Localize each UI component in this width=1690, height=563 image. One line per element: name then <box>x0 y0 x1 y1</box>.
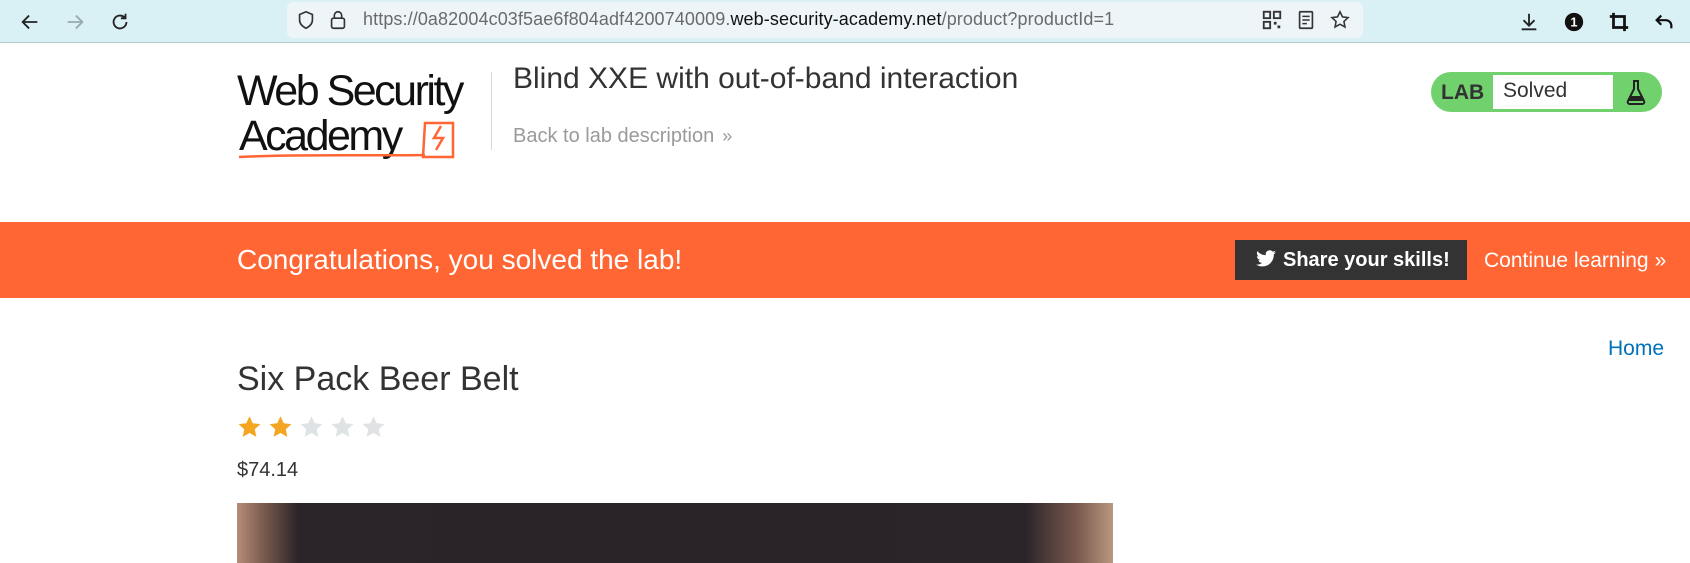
product-price: $74.14 <box>237 459 299 481</box>
crop-icon[interactable] <box>1603 6 1635 38</box>
browser-toolbar: https://0a82004c03f5ae6f804adf4200740009… <box>0 0 1690 43</box>
congratulations-message: Congratulations, you solved the lab! <box>237 244 683 275</box>
address-bar[interactable]: https://0a82004c03f5ae6f804adf4200740009… <box>287 2 1363 38</box>
back-to-lab-description-link[interactable]: Back to lab description » <box>513 125 732 148</box>
twitter-icon <box>1256 250 1276 267</box>
star-empty-icon <box>362 416 385 437</box>
product-title: Six Pack Beer Belt <box>237 360 519 398</box>
forward-icon[interactable] <box>59 6 91 38</box>
star-empty-icon <box>331 416 354 437</box>
qr-code-icon[interactable] <box>1261 9 1283 31</box>
star-empty-icon <box>300 416 323 437</box>
double-chevron-right-icon: » <box>722 126 732 146</box>
logo-line2: Academy <box>239 112 404 160</box>
back-link-label: Back to lab description <box>513 125 715 147</box>
extension-badge-icon[interactable]: 1 <box>1558 6 1590 38</box>
undo-icon[interactable] <box>1648 6 1680 38</box>
product-image <box>237 503 1113 563</box>
logo-divider <box>491 72 492 150</box>
lab-title: Blind XXE with out-of-band interaction <box>513 62 1019 95</box>
solved-banner: Congratulations, you solved the lab! Sha… <box>0 222 1690 298</box>
lock-icon[interactable] <box>327 9 349 31</box>
url-text[interactable]: https://0a82004c03f5ae6f804adf4200740009… <box>363 9 1114 30</box>
double-chevron-right-icon: » <box>1654 249 1666 272</box>
reader-view-icon[interactable] <box>1295 9 1317 31</box>
download-icon[interactable] <box>1513 6 1545 38</box>
notification-count: 1 <box>1570 15 1577 30</box>
continue-learning-label: Continue learning <box>1484 249 1649 272</box>
lab-status-value: Solved <box>1493 75 1613 109</box>
url-prefix: https://0a82004c03f5ae6f804adf4200740009… <box>363 9 731 29</box>
reload-icon[interactable] <box>104 6 136 38</box>
bookmark-star-icon[interactable] <box>1329 9 1351 31</box>
shield-icon[interactable] <box>295 9 317 31</box>
url-path: /product?productId=1 <box>941 9 1115 29</box>
url-host: web-security-academy.net <box>730 9 942 29</box>
logo-line1: Web Security <box>237 68 465 115</box>
rating-stars <box>236 414 391 444</box>
continue-learning-link[interactable]: Continue learning» <box>1484 249 1666 273</box>
star-filled-icon <box>238 416 261 437</box>
back-icon[interactable] <box>14 6 46 38</box>
star-filled-icon <box>269 416 292 437</box>
home-link[interactable]: Home <box>1608 337 1664 361</box>
web-security-academy-logo[interactable]: Web Security Academy <box>237 67 489 162</box>
share-skills-label: Share your skills! <box>1283 249 1450 271</box>
lab-status-label: LAB <box>1441 81 1485 104</box>
lab-status-widget: LAB Solved <box>1431 72 1662 112</box>
share-skills-button[interactable]: Share your skills! <box>1235 240 1467 280</box>
flask-icon <box>1626 80 1646 105</box>
